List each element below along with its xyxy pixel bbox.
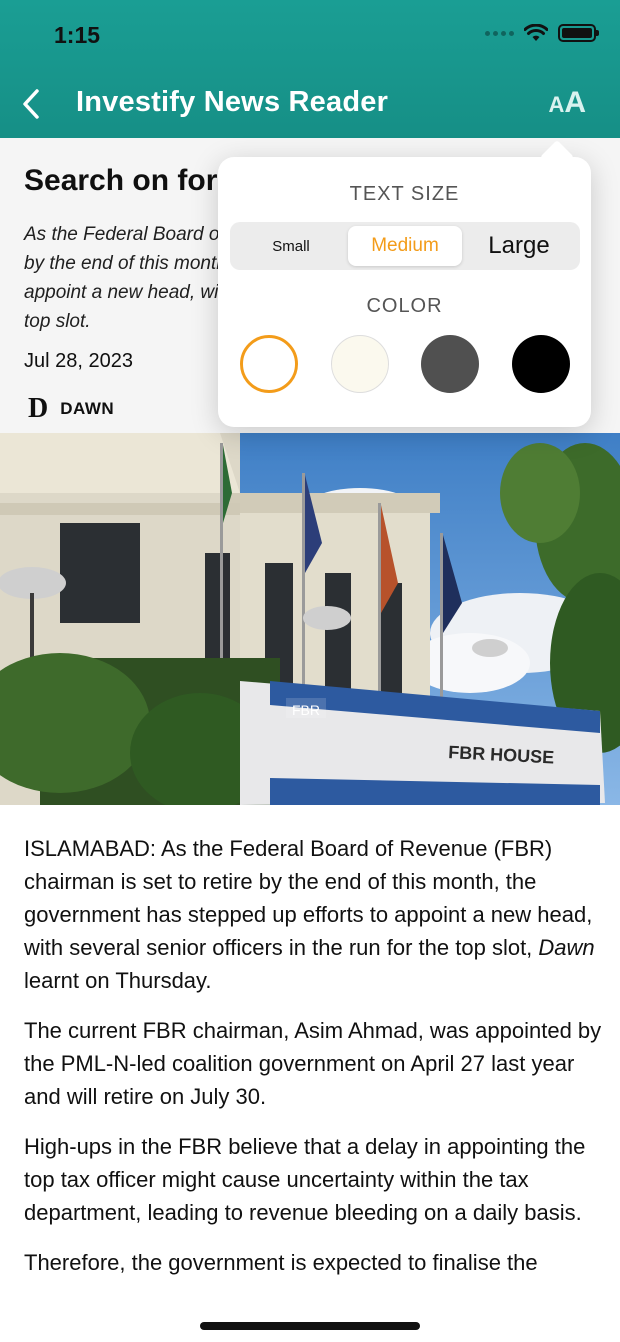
text-size-segmented-control: Small Medium Large bbox=[230, 222, 580, 270]
article-paragraph: High-ups in the FBR believe that a delay… bbox=[24, 1134, 586, 1225]
text-size-medium-option[interactable]: Medium bbox=[348, 226, 462, 266]
color-options bbox=[240, 335, 570, 393]
article-paragraph: The current FBR chairman, Asim Ahmad, wa… bbox=[24, 1018, 602, 1109]
status-time: 1:15 bbox=[54, 22, 101, 48]
text-size-icon-small: A bbox=[548, 92, 565, 117]
navigation-bar: 1:15 Investify News Reader AA bbox=[0, 0, 620, 138]
article-image: FBR FBR HOUSE bbox=[0, 433, 620, 805]
chevron-left-icon bbox=[23, 89, 39, 119]
color-black-swatch[interactable] bbox=[511, 335, 570, 393]
text-size-button[interactable]: AA bbox=[548, 86, 586, 120]
color-heading: COLOR bbox=[366, 295, 443, 317]
wifi-icon bbox=[524, 24, 548, 41]
color-cream-swatch[interactable] bbox=[330, 335, 389, 393]
text-size-heading: TEXT SIZE bbox=[349, 183, 460, 205]
article-body: ISLAMABAD: As the Federal Board of Reven… bbox=[24, 832, 604, 1329]
article-paragraph: ISLAMABAD: As the Federal Board of Reven… bbox=[24, 836, 595, 993]
battery-icon bbox=[558, 24, 599, 42]
color-white-swatch[interactable] bbox=[240, 335, 298, 393]
back-button[interactable] bbox=[14, 84, 48, 124]
cellular-signal-icon bbox=[485, 30, 514, 36]
status-icons bbox=[485, 24, 599, 42]
text-size-small-option[interactable]: Small bbox=[234, 226, 348, 266]
bottom-fade bbox=[0, 1275, 620, 1342]
text-settings-popover: TEXT SIZE Small Medium Large COLOR bbox=[218, 140, 591, 427]
sign-logo-text: FBR bbox=[292, 702, 320, 718]
color-gray-swatch[interactable] bbox=[421, 335, 480, 393]
text-size-icon-large: A bbox=[564, 86, 586, 119]
page-title: Investify News Reader bbox=[76, 86, 389, 118]
fbr-building-photo: FBR FBR HOUSE bbox=[0, 433, 620, 805]
text-size-large-option[interactable]: Large bbox=[462, 226, 576, 266]
home-indicator[interactable] bbox=[200, 1322, 420, 1330]
